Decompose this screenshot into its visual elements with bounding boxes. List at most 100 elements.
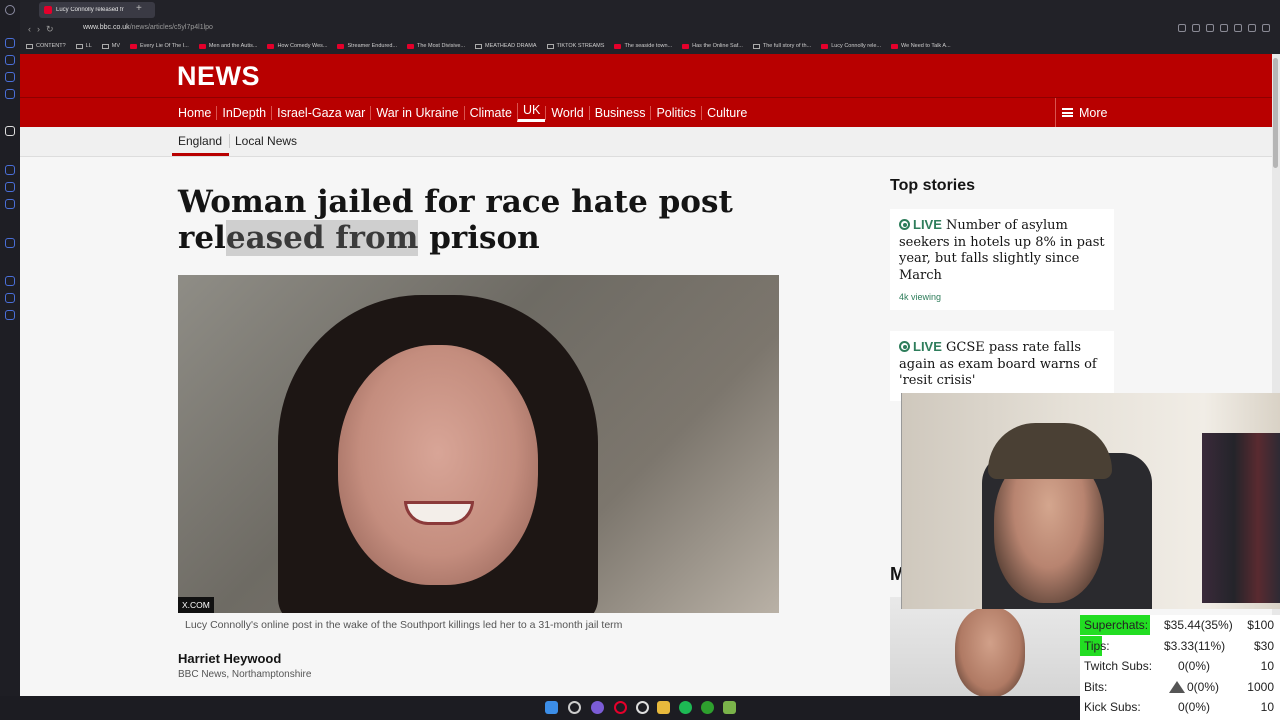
nav-item-uk[interactable]: UK — [516, 103, 546, 122]
bbc-sub-nav: England Local News — [20, 127, 1272, 157]
search-icon[interactable] — [568, 701, 581, 714]
top-story-card[interactable]: LIVE Number of asylum seekers in hotels … — [890, 209, 1114, 310]
reload-icon[interactable]: ↻ — [46, 24, 54, 35]
bookmark-item[interactable]: The seaside town... — [614, 43, 672, 49]
back-icon[interactable]: ‹ — [28, 24, 31, 34]
viewing-count: 4k viewing — [899, 292, 942, 302]
bbc-icon — [821, 43, 829, 49]
tab-title: Lucy Connolly released fr — [56, 7, 124, 13]
bookmark-item[interactable]: Has the Online Saf... — [682, 43, 743, 49]
bookmark-item[interactable]: The Most Divisive... — [407, 43, 465, 49]
goal-label: Twitch Subs: — [1084, 659, 1153, 673]
nav-item-business[interactable]: Business — [588, 105, 651, 120]
more-menu-button[interactable]: More — [1055, 98, 1107, 127]
sidebar-insta-icon[interactable] — [5, 199, 15, 209]
discord-icon[interactable] — [591, 701, 604, 714]
sidebar-instagram-icon[interactable] — [5, 72, 15, 82]
sidebar-aria-icon[interactable] — [5, 126, 15, 136]
bookmark-item[interactable]: We Need to Talk A... — [891, 43, 951, 49]
bookmark-label: Lucy Connolly rele... — [831, 43, 882, 49]
forward-icon[interactable]: › — [37, 24, 40, 34]
nav-item-climate[interactable]: Climate — [463, 105, 517, 120]
story-thumbnail[interactable] — [890, 597, 1080, 696]
folder-icon — [26, 43, 33, 49]
bookmark-item[interactable]: Men and the Autis... — [198, 43, 257, 49]
new-tab-button[interactable]: + — [136, 3, 142, 14]
opera-logo-icon[interactable] — [5, 5, 15, 15]
snapshot-icon[interactable] — [1248, 24, 1256, 32]
bookmark-item[interactable]: Streamer Endured... — [337, 43, 397, 49]
nav-item-politics[interactable]: Politics — [650, 105, 701, 120]
bookmark-item[interactable]: LL — [75, 43, 92, 49]
vpn-icon[interactable] — [1220, 24, 1228, 32]
xbox-icon[interactable] — [701, 701, 714, 714]
live-dot-icon — [899, 341, 910, 352]
zoom-icon[interactable] — [1192, 24, 1200, 32]
sidebar-twitch-icon[interactable] — [5, 165, 15, 175]
goal-value-text: $3.33(11%) — [1164, 638, 1226, 653]
bookmark-label: The seaside town... — [624, 43, 673, 49]
bookmark-label: TIKTOK STREAMS — [556, 43, 605, 49]
sidebar-bookmarks-icon[interactable] — [5, 293, 15, 303]
url-field[interactable]: www.bbc.co.uk/news/articles/c5yl7p4l1lpo — [83, 24, 213, 31]
bookmark-item[interactable]: TIKTOK STREAMS — [546, 43, 605, 49]
author-name[interactable]: Harriet Heywood — [178, 651, 281, 666]
opera-icon[interactable] — [614, 701, 627, 714]
bookmark-icon[interactable] — [1206, 24, 1214, 32]
goal-target: 10 — [1260, 659, 1274, 673]
youtube-icon — [130, 43, 138, 49]
bbc-news-logo[interactable]: NEWS — [177, 61, 260, 92]
bookmark-item[interactable]: MV — [101, 43, 121, 49]
hamburger-icon — [1062, 108, 1073, 117]
bookmark-item[interactable]: How Comedy Wes... — [267, 43, 327, 49]
sidebar-discord-icon[interactable] — [5, 182, 15, 192]
bits-icon — [1168, 680, 1185, 693]
top-story-card[interactable]: LIVE GCSE pass rate falls again as exam … — [890, 331, 1114, 401]
sidebar-telegram-icon[interactable] — [5, 89, 15, 99]
bookmark-label: MV — [111, 43, 121, 49]
youtube-icon — [267, 43, 275, 49]
file-explorer-icon[interactable] — [657, 701, 670, 714]
goal-row: Tips: $3.33(11%) $30 — [1080, 635, 1280, 656]
bookmark-label: Has the Online Saf... — [692, 43, 743, 49]
article-headline: Woman jailed for race hate post released… — [178, 184, 778, 256]
download-icon[interactable] — [1234, 24, 1242, 32]
subnav-england[interactable]: England — [178, 134, 222, 148]
bookmark-item[interactable]: Every Lie Of The I... — [130, 43, 189, 49]
menu-icon[interactable] — [1262, 24, 1270, 32]
nav-item-israel-gaza-war[interactable]: Israel-Gaza war — [271, 105, 370, 120]
youtube-icon — [682, 43, 690, 49]
nav-item-culture[interactable]: Culture — [701, 105, 752, 120]
nav-item-indepth[interactable]: InDepth — [216, 105, 271, 120]
sidebar-whatsapp-icon[interactable] — [5, 55, 15, 65]
nav-item-world[interactable]: World — [545, 105, 588, 120]
sidebar-player-icon[interactable] — [5, 238, 15, 248]
goal-value-text: 0(0%) — [1177, 659, 1210, 673]
goal-value-text: 0(0%) — [1177, 700, 1210, 714]
sidebar-settings-icon[interactable] — [5, 310, 15, 320]
start-icon[interactable] — [545, 701, 558, 714]
extensions-icon[interactable] — [1178, 24, 1186, 32]
leaf-icon — [75, 43, 83, 49]
bookmark-item[interactable]: Lucy Connolly rele... — [821, 43, 881, 49]
folder-icon — [546, 43, 554, 49]
sidebar-history-icon[interactable] — [5, 276, 15, 286]
spotify-icon[interactable] — [679, 701, 692, 714]
nav-item-war-in-ukraine[interactable]: War in Ukraine — [370, 105, 463, 120]
goal-row: Kick Subs: 0(0%) 10 — [1080, 697, 1280, 717]
goal-label: Tips: — [1084, 638, 1110, 653]
obs-icon[interactable] — [636, 701, 649, 714]
bookmark-label: CONTENT? — [36, 43, 66, 49]
sidebar-messenger-icon[interactable] — [5, 38, 15, 48]
scrollbar-thumb[interactable] — [1273, 58, 1278, 168]
bookmark-item[interactable]: CONTENT? — [26, 43, 66, 49]
bookmark-item[interactable]: MEATHEAD DRAMA — [475, 43, 537, 49]
goal-label: Superchats: — [1084, 618, 1149, 632]
app-icon[interactable] — [723, 701, 736, 714]
image-caption: Lucy Connolly's online post in the wake … — [185, 619, 623, 631]
subnav-local-news[interactable]: Local News — [235, 134, 297, 148]
nav-item-home[interactable]: Home — [178, 106, 216, 120]
goal-value-text: $35.44(35%) — [1164, 618, 1233, 632]
bookmark-item[interactable]: The full story of th... — [752, 43, 811, 49]
bbc-favicon-icon — [44, 6, 52, 14]
